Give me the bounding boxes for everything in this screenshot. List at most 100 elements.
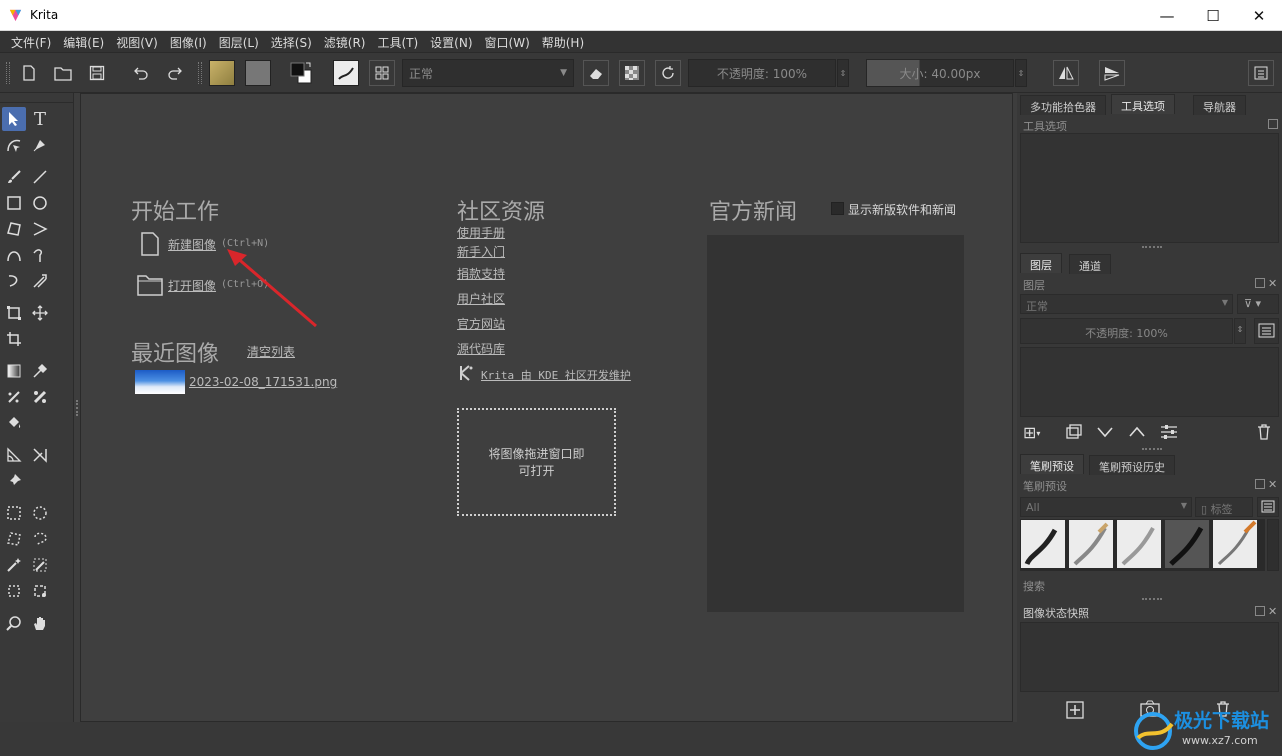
brush-preset-button[interactable] xyxy=(333,60,359,86)
menu-window[interactable]: 窗口(W) xyxy=(479,31,536,53)
undo-button[interactable] xyxy=(128,60,154,86)
move-tool[interactable] xyxy=(28,301,52,325)
float-docker-icon[interactable] xyxy=(1255,278,1265,288)
add-snapshot-icon[interactable] xyxy=(1066,701,1084,719)
add-layer-button[interactable]: ⊞▾ xyxy=(1023,423,1051,442)
ellipse-tool[interactable] xyxy=(28,191,52,215)
rectangle-tool[interactable] xyxy=(2,191,26,215)
color-picker-tool[interactable] xyxy=(28,359,52,383)
pan-tool[interactable] xyxy=(28,611,52,635)
size-slider[interactable]: 大小: 40.00px xyxy=(866,59,1014,87)
tab-navigator[interactable]: 导航器 xyxy=(1193,95,1246,115)
calligraphy-tool[interactable] xyxy=(28,133,52,157)
pattern-selector[interactable] xyxy=(245,60,271,86)
multibrush-tool[interactable] xyxy=(28,269,52,293)
float-docker-icon[interactable] xyxy=(1255,479,1265,489)
freehand-selection-tool[interactable] xyxy=(28,527,52,551)
elliptical-selection-tool[interactable] xyxy=(28,501,52,525)
clear-recent-link[interactable]: 清空列表 xyxy=(247,343,295,360)
folder-icon[interactable] xyxy=(137,272,163,296)
text-tool[interactable]: T xyxy=(28,107,52,131)
menu-edit[interactable]: 编辑(E) xyxy=(57,31,110,53)
splitter-handle[interactable] xyxy=(76,400,78,416)
opacity-slider[interactable]: 不透明度: 100% xyxy=(688,59,836,87)
reload-preset-button[interactable] xyxy=(655,60,681,86)
duplicate-layer-icon[interactable] xyxy=(1065,424,1083,440)
resize-handle[interactable] xyxy=(1142,246,1162,249)
close-docker-icon[interactable]: ✕ xyxy=(1268,277,1277,290)
layer-properties-button[interactable] xyxy=(1254,318,1279,344)
maximize-button[interactable]: ☐ xyxy=(1190,0,1236,31)
community-link-manual[interactable]: 使用手册 xyxy=(457,224,505,241)
resize-handle[interactable] xyxy=(1142,448,1162,451)
menu-file[interactable]: 文件(F) xyxy=(5,31,57,53)
menu-view[interactable]: 视图(V) xyxy=(110,31,164,53)
tab-advanced-color-selector[interactable]: 多功能拾色器 xyxy=(1020,95,1106,115)
close-docker-icon[interactable]: ✕ xyxy=(1268,605,1277,618)
brush-preset-thumbnail[interactable] xyxy=(1116,519,1162,569)
contiguous-selection-tool[interactable] xyxy=(2,553,26,577)
toolbar-grip[interactable] xyxy=(6,62,10,84)
layer-filter-button[interactable]: ⊽ ▾ xyxy=(1237,294,1279,314)
freehand-brush-tool[interactable] xyxy=(2,165,26,189)
float-docker-icon[interactable] xyxy=(1255,606,1265,616)
polygonal-selection-tool[interactable] xyxy=(2,527,26,551)
brush-preset-thumbnail[interactable] xyxy=(1068,519,1114,569)
brush-preset-thumbnail[interactable] xyxy=(1020,519,1066,569)
fg-bg-color-selector[interactable] xyxy=(288,60,314,86)
minimize-button[interactable]: — xyxy=(1144,0,1190,31)
close-docker-icon[interactable]: ✕ xyxy=(1268,478,1277,491)
opacity-spin[interactable]: ⇕ xyxy=(837,59,849,87)
preserve-alpha-button[interactable] xyxy=(619,60,645,86)
recent-file-link[interactable]: 2023-02-08_171531.png xyxy=(189,375,337,389)
zoom-tool[interactable] xyxy=(2,611,26,635)
brush-editor-button[interactable] xyxy=(369,60,395,86)
brush-preset-thumbnail[interactable] xyxy=(1212,519,1258,569)
polyline-tool[interactable] xyxy=(28,217,52,241)
community-link-website[interactable]: 官方网站 xyxy=(457,315,505,332)
magnetic-selection-tool[interactable] xyxy=(28,579,52,603)
polygon-tool[interactable] xyxy=(2,217,26,241)
kde-link[interactable]: Krita 由 KDE 社区开发维护 xyxy=(481,367,631,383)
mirror-horizontal-button[interactable] xyxy=(1053,60,1079,86)
brush-scrollbar[interactable] xyxy=(1267,519,1279,571)
brush-view-button[interactable] xyxy=(1257,497,1279,517)
bezier-selection-tool[interactable] xyxy=(2,579,26,603)
new-file-icon[interactable] xyxy=(139,232,161,256)
mirror-vertical-button[interactable] xyxy=(1099,60,1125,86)
recent-file-thumbnail[interactable] xyxy=(135,370,185,394)
menu-filter[interactable]: 滤镜(R) xyxy=(318,31,372,53)
tab-brush-preset-history[interactable]: 笔刷预设历史 xyxy=(1089,455,1175,475)
bezier-tool[interactable] xyxy=(2,243,26,267)
menu-image[interactable]: 图像(I) xyxy=(164,31,213,53)
trash-icon[interactable] xyxy=(1256,423,1272,440)
brush-preset-thumbnail[interactable] xyxy=(1164,519,1210,569)
eraser-mode-button[interactable] xyxy=(583,60,609,86)
open-image-link[interactable]: 打开图像 xyxy=(168,277,216,294)
brush-filter-select[interactable]: All ▼ xyxy=(1020,497,1192,517)
new-document-button[interactable] xyxy=(16,60,42,86)
gradient-tool[interactable] xyxy=(2,359,26,383)
menu-help[interactable]: 帮助(H) xyxy=(536,31,590,53)
line-tool[interactable] xyxy=(28,165,52,189)
layer-settings-icon[interactable] xyxy=(1160,424,1178,440)
fill-tool[interactable] xyxy=(2,411,26,435)
layer-blend-select[interactable]: 正常 ▼ xyxy=(1020,294,1233,314)
transform-tool[interactable] xyxy=(2,301,26,325)
freehand-path-tool[interactable] xyxy=(28,243,52,267)
assistant-tool[interactable] xyxy=(28,443,52,467)
toolbar-grip[interactable] xyxy=(198,62,202,84)
layer-opacity-spin[interactable]: ⇕ xyxy=(1234,318,1246,344)
measure-tool[interactable] xyxy=(2,443,26,467)
open-document-button[interactable] xyxy=(50,60,76,86)
crop-tool[interactable] xyxy=(2,327,26,351)
community-link-getting-started[interactable]: 新手入门 xyxy=(457,243,505,260)
menu-tools[interactable]: 工具(T) xyxy=(371,31,424,53)
size-spin[interactable]: ⇕ xyxy=(1015,59,1027,87)
save-button[interactable] xyxy=(84,60,110,86)
community-link-user-community[interactable]: 用户社区 xyxy=(457,290,505,307)
new-image-link[interactable]: 新建图像 xyxy=(168,236,216,253)
edit-shapes-tool[interactable] xyxy=(2,133,26,157)
colorize-mask-tool[interactable] xyxy=(2,385,26,409)
tab-channels[interactable]: 通道 xyxy=(1069,254,1111,274)
